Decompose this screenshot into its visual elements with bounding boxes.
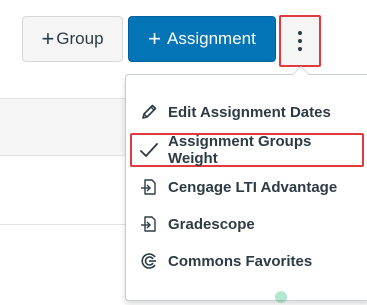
- status-icon: [275, 291, 287, 303]
- add-assignment-button[interactable]: + Assignment: [128, 16, 276, 62]
- menu-item-cengage-lti-advantage[interactable]: Cengage LTI Advantage: [130, 172, 364, 202]
- kebab-vertical-icon: [298, 31, 302, 51]
- commons-icon: [139, 251, 159, 271]
- menu-item-label: Gradescope: [168, 215, 255, 233]
- menu-item-gradescope[interactable]: Gradescope: [130, 209, 364, 239]
- more-options-menu: Edit Assignment Dates Assignment Groups …: [125, 66, 367, 301]
- add-group-button[interactable]: + Group: [22, 16, 123, 62]
- pencil-icon: [139, 102, 159, 122]
- add-assignment-label: Assignment: [167, 29, 256, 48]
- menu-item-label: Commons Favorites: [168, 252, 313, 270]
- menu-item-commons-favorites[interactable]: Commons Favorites: [130, 246, 364, 276]
- more-options-button[interactable]: [279, 15, 321, 67]
- menu-item-edit-assignment-dates[interactable]: Edit Assignment Dates: [130, 97, 364, 127]
- checkmark-icon: [139, 140, 159, 160]
- plus-icon: +: [41, 26, 55, 51]
- plus-icon: +: [148, 26, 162, 51]
- menu-item-label: Edit Assignment Dates: [168, 103, 331, 121]
- external-tool-icon: [139, 214, 159, 234]
- menu-item-assignment-groups-weight[interactable]: Assignment Groups Weight: [130, 133, 364, 167]
- add-group-label: Group: [56, 29, 104, 48]
- external-tool-icon: [139, 177, 159, 197]
- menu-item-label: Assignment Groups Weight: [168, 133, 312, 167]
- menu-item-label: Cengage LTI Advantage: [168, 178, 338, 196]
